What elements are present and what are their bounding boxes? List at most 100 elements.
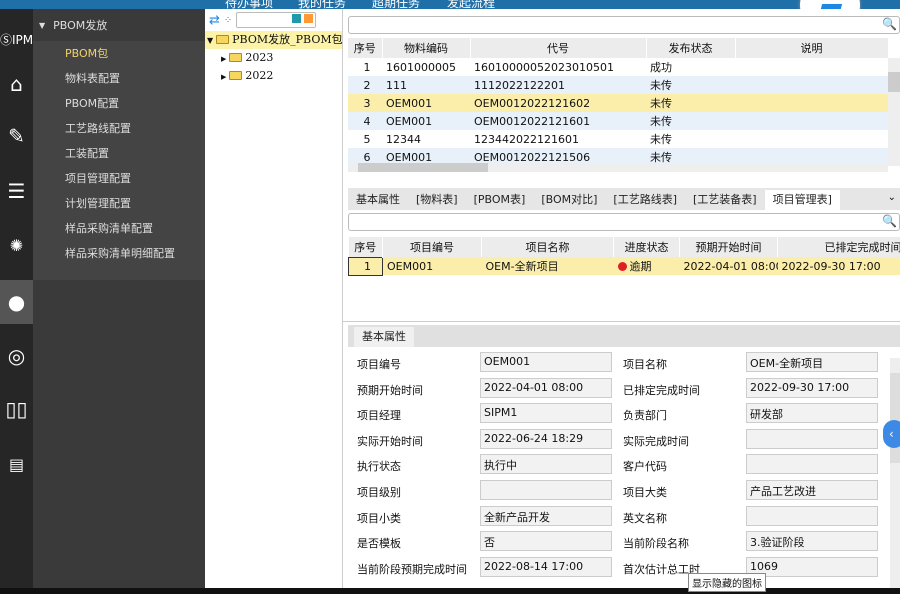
tree-node-label: 2023 (245, 51, 274, 64)
tab-basic-attributes[interactable]: 基本属性 (354, 327, 414, 347)
field-value[interactable] (746, 505, 878, 526)
field-label: 项目名称 (623, 358, 667, 371)
tab[interactable]: [工艺路线表] (605, 190, 685, 210)
refresh-icon[interactable]: ⇄ (209, 13, 220, 28)
column-header[interactable]: 物料编码 (382, 38, 471, 58)
table-row[interactable]: 5 12344 123442022121601 未传 (348, 130, 888, 148)
database-icon[interactable]: ☰ (0, 169, 33, 213)
detail-scrollbar[interactable] (890, 358, 900, 588)
up-arrow-icon[interactable] (304, 14, 314, 23)
chevron-down-icon[interactable]: ⌄ (888, 192, 896, 203)
table-row[interactable]: 1 1601000005 16010000052023010501 成功 (348, 58, 888, 76)
column-header[interactable]: 项目名称 (481, 237, 614, 257)
field-value[interactable]: 执行中 (480, 454, 612, 475)
home-icon[interactable]: ⌂ (0, 62, 33, 106)
table-cell: OEM-全新项目 (481, 257, 614, 275)
field-label: 是否模板 (357, 537, 401, 551)
grid-search-input[interactable]: 🔍 (348, 16, 900, 34)
loading-icon[interactable]: ✺ (0, 223, 33, 267)
table-row[interactable]: 2 111 1112022122201 未传 (348, 76, 888, 94)
collapse-chevron-left-icon[interactable]: ‹ (883, 420, 900, 448)
top-nav: 待办事项 我的任务 超期任务 发起流程 (0, 0, 900, 9)
menu-item[interactable]: 计划管理配置 (33, 191, 205, 216)
column-header[interactable]: 序号 (348, 237, 383, 257)
column-header[interactable]: 预期开始时间 (679, 237, 778, 257)
nav-my-tasks[interactable]: 我的任务 (298, 0, 346, 9)
field-value[interactable]: SIPM1 (480, 403, 612, 424)
menu-group-pbom[interactable]: ▼ PBOM发放 (33, 9, 205, 41)
table-cell: OEM001 (382, 257, 482, 275)
field-value[interactable]: 2022-04-01 08:00 (480, 377, 612, 398)
tree-node-root[interactable]: ▼ PBOM发放_PBOM包 (205, 31, 343, 49)
menu-item[interactable]: PBOM包 (33, 41, 205, 66)
field-value[interactable]: 3.验证阶段 (746, 531, 878, 552)
field-value[interactable]: 研发部 (746, 403, 878, 424)
menu-item[interactable]: 样品采购清单明细配置 (33, 241, 205, 266)
field-value[interactable] (480, 480, 612, 500)
sipm-logo-icon[interactable]: ⓈIPM (0, 17, 33, 61)
nav-overdue[interactable]: 超期任务 (372, 0, 420, 9)
column-header[interactable]: 代号 (470, 38, 647, 58)
menu-item[interactable]: 项目管理配置 (33, 166, 205, 191)
tab[interactable]: 项目管理表] (764, 190, 840, 210)
id-card-icon[interactable]: ▤ (0, 442, 33, 486)
menu-item[interactable]: 工艺路线配置 (33, 116, 205, 141)
nav-todo[interactable]: 待办事项 (225, 0, 273, 9)
nav-start-flow[interactable]: 发起流程 (447, 0, 495, 9)
field-label: 项目大类 (623, 486, 667, 499)
field-value[interactable]: 否 (480, 531, 612, 552)
expand-icon[interactable]: ⁘ (224, 15, 232, 26)
tree-search-input[interactable] (236, 12, 317, 28)
column-header[interactable]: 已排定完成时间 (777, 237, 900, 257)
book-icon[interactable]: ▯▯ (0, 387, 33, 431)
field-value[interactable]: 2022-09-30 17:00 (746, 377, 878, 398)
column-header[interactable]: 发布状态 (646, 38, 736, 58)
table-cell: 未传 (650, 133, 672, 146)
column-header[interactable]: 项目编号 (382, 237, 482, 257)
column-header[interactable]: 说明 (735, 38, 889, 58)
menu-item[interactable]: PBOM配置 (33, 91, 205, 116)
tree-node-2023[interactable]: ▶ 2023 (205, 49, 342, 67)
table-row[interactable]: 3 OEM001 OEM0012022121602 未传 (348, 94, 888, 112)
broadcast-icon[interactable]: ◎ (0, 334, 33, 378)
menu-item[interactable]: 物料表配置 (33, 66, 205, 91)
field-label: 英文名称 (623, 511, 667, 525)
field-label: 执行状态 (357, 460, 401, 474)
column-header[interactable]: 进度状态 (613, 237, 680, 257)
field-value[interactable]: 全新产品开发 (480, 505, 612, 526)
edit-icon[interactable]: ✎ (0, 114, 33, 158)
project-search-input[interactable]: 🔍 (348, 213, 900, 231)
down-arrow-icon[interactable] (292, 14, 302, 23)
vertical-scrollbar[interactable] (888, 58, 900, 166)
menu-item[interactable]: 工装配置 (33, 141, 205, 166)
tree-panel: ⇄ ⁘ ▼ PBOM发放_PBOM包 ▶ 2023 ▶ 2022 (205, 9, 343, 588)
table-cell: 未传 (646, 94, 735, 112)
table-cell: 3 (348, 94, 382, 112)
table-cell (735, 76, 888, 94)
field-value[interactable]: OEM001 (480, 352, 612, 372)
search-icon[interactable]: 🔍 (882, 214, 897, 228)
menu-item[interactable]: 样品采购清单配置 (33, 216, 205, 241)
detail-tabs: 基本属性 [物料表] [PBOM表] [BOM对比] [工艺路线表] [工艺装备表] 项目管… (348, 188, 900, 210)
field-value[interactable]: 2022-08-14 17:00 (480, 556, 612, 577)
tab[interactable]: [工艺装备表] (685, 190, 765, 210)
table-cell: 5 (363, 132, 371, 146)
caret-right-icon: ▶ (221, 73, 227, 81)
basic-attr-tabs: 基本属性 (348, 325, 900, 347)
tab[interactable]: [BOM对比] (533, 190, 605, 210)
field-value[interactable]: 2022-06-24 18:29 (480, 428, 612, 449)
table-row[interactable]: 4 OEM001 OEM0012022121601 未传 (348, 112, 888, 130)
tab[interactable]: 基本属性 (348, 190, 408, 210)
tab[interactable]: [物料表] (408, 190, 466, 210)
tree-node-2022[interactable]: ▶ 2022 (205, 67, 342, 85)
column-header[interactable]: 序号 (348, 38, 383, 58)
chat-icon[interactable]: ● (0, 280, 33, 324)
field-value[interactable] (746, 454, 878, 475)
search-icon[interactable]: 🔍 (882, 17, 897, 31)
field-value[interactable] (746, 428, 878, 449)
horizontal-scrollbar[interactable] (348, 163, 888, 172)
tab[interactable]: [PBOM表] (466, 190, 534, 210)
field-value[interactable]: 产品工艺改进 (746, 480, 878, 500)
field-value[interactable]: OEM-全新项目 (746, 352, 878, 372)
table-row[interactable]: 1 OEM001 OEM-全新项目 逾期 2022-04-01 08:00 2022-09… (348, 256, 900, 276)
